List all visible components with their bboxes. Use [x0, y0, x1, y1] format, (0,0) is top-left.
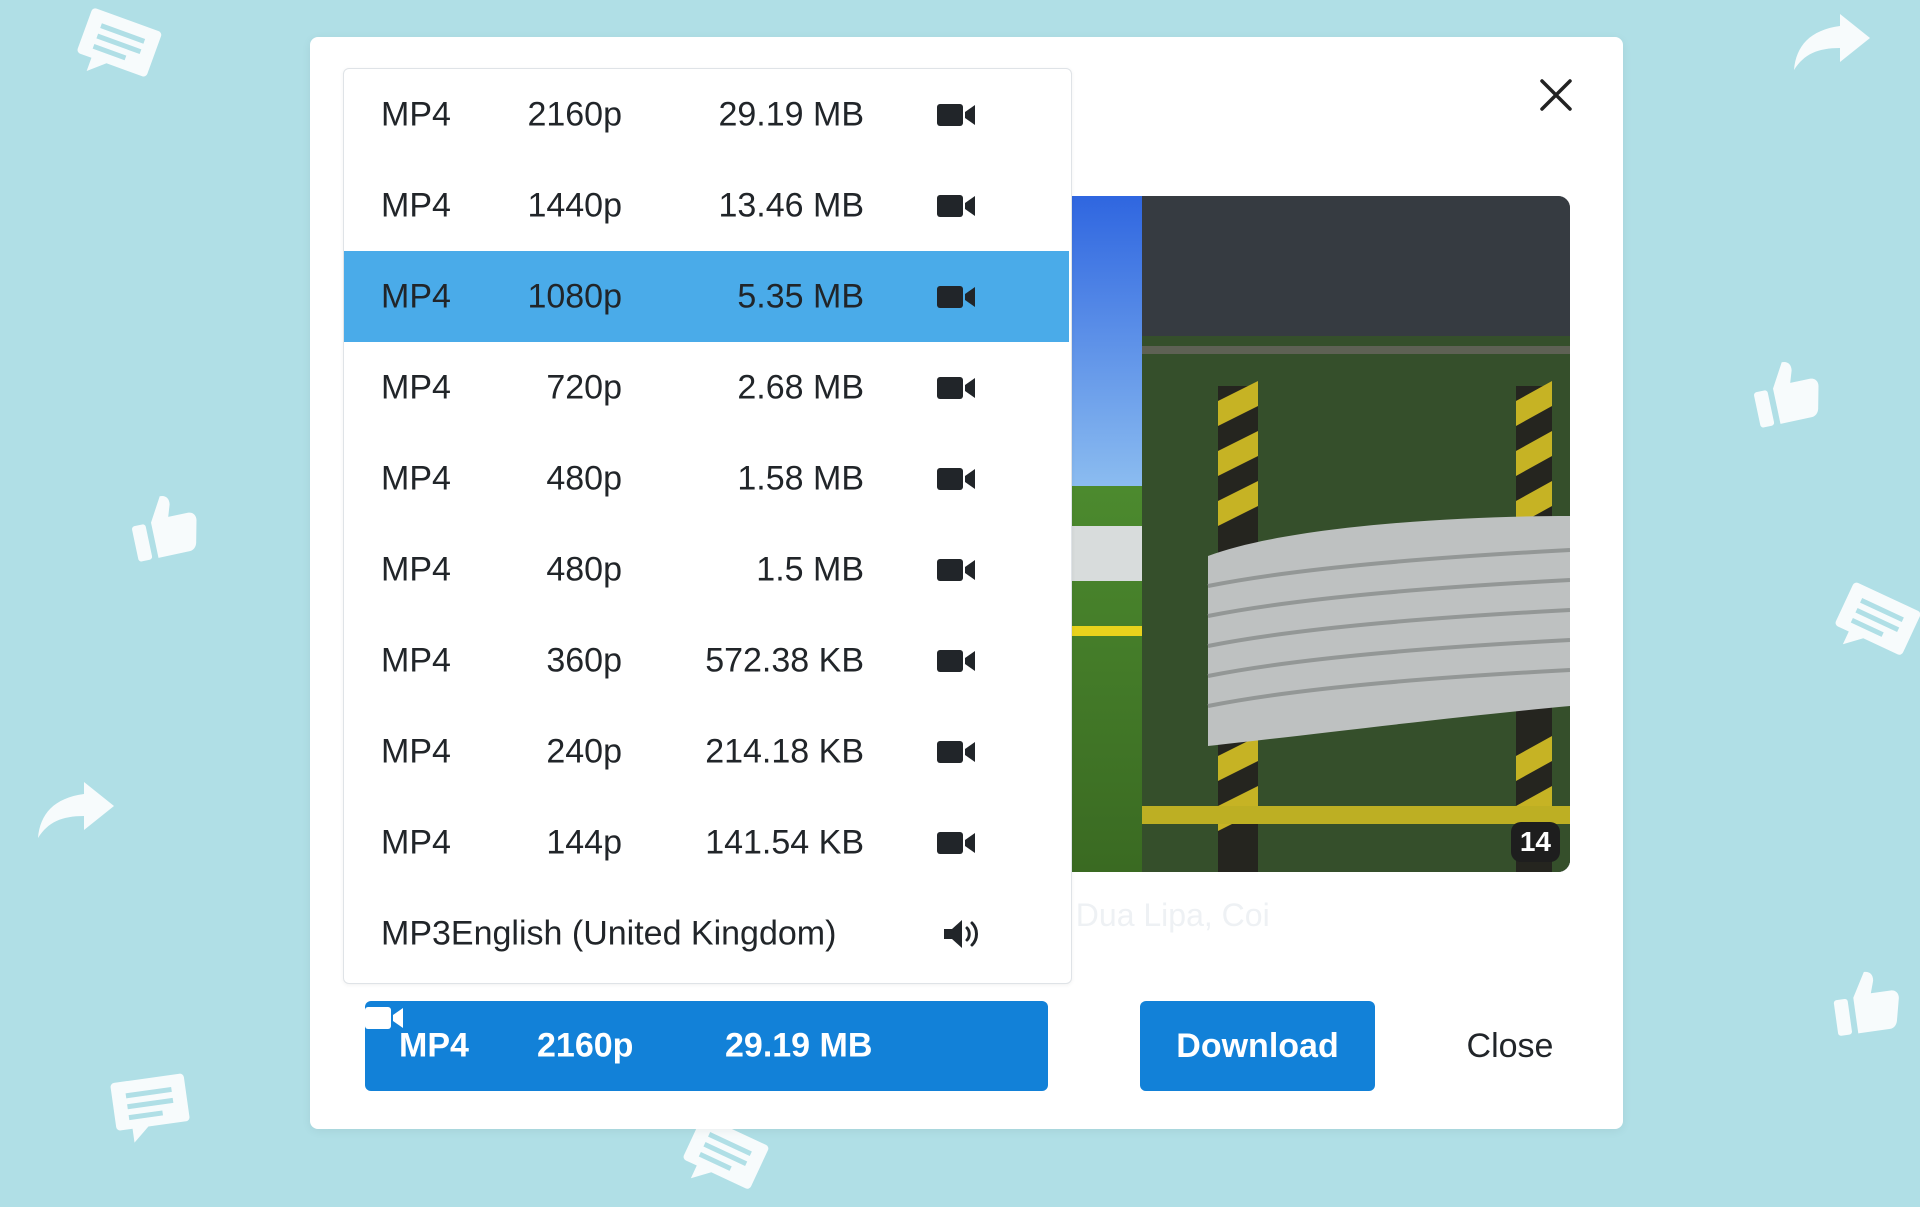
video-camera-icon — [937, 740, 975, 763]
option-mp4-1440p[interactable]: MP4 1440p 13.46 MB — [344, 160, 1069, 251]
share-arrow-icon — [34, 778, 118, 842]
selected-resolution: 2160p — [537, 1026, 634, 1065]
option-size: 141.54 KB — [705, 823, 864, 861]
quality-dropdown-list[interactable]: MP4 2160p 29.19 MB MP4 1440p 13.46 MB MP… — [343, 68, 1072, 984]
option-resolution: 240p — [546, 732, 622, 770]
option-resolution: 720p — [546, 368, 622, 406]
quality-select[interactable]: MP4 2160p 29.19 MB — [365, 1001, 1048, 1091]
option-resolution: 480p — [546, 459, 622, 497]
video-camera-icon — [937, 103, 975, 126]
thumbs-up-icon — [1743, 349, 1828, 434]
option-resolution: 144p — [546, 823, 622, 861]
video-camera-icon — [937, 194, 975, 217]
option-mp4-480p-alt[interactable]: MP4 480p 1.5 MB — [344, 524, 1069, 615]
option-mp4-2160p[interactable]: MP4 2160p 29.19 MB — [344, 69, 1069, 160]
option-format: MP4 — [381, 641, 451, 679]
option-size: 29.19 MB — [718, 95, 864, 133]
selected-format: MP4 — [399, 1026, 469, 1065]
option-size: 572.38 KB — [705, 641, 864, 679]
comment-icon — [108, 1069, 195, 1149]
option-mp4-720p[interactable]: MP4 720p 2.68 MB — [344, 342, 1069, 433]
video-camera-icon — [937, 467, 975, 490]
option-audio-label: MP3English (United Kingdom) — [381, 914, 837, 952]
duration-badge: 14 — [1510, 822, 1560, 862]
option-format: MP4 — [381, 186, 451, 224]
option-resolution: 360p — [546, 641, 622, 679]
video-camera-icon — [937, 285, 975, 308]
option-mp4-240p[interactable]: MP4 240p 214.18 KB — [344, 706, 1069, 797]
option-format: MP4 — [381, 277, 451, 315]
thumbs-up-icon — [1825, 961, 1906, 1042]
option-size: 214.18 KB — [705, 732, 864, 770]
download-modal: 14 , Dua Lipa, Coi MP4 2160p 29.19 MB MP… — [310, 37, 1623, 1129]
option-size: 13.46 MB — [718, 186, 864, 224]
option-format: MP4 — [381, 95, 451, 133]
option-format: MP4 — [381, 550, 451, 588]
option-format: MP4 — [381, 459, 451, 497]
option-resolution: 480p — [546, 550, 622, 588]
option-mp4-144p[interactable]: MP4 144p 141.54 KB — [344, 797, 1069, 888]
option-mp4-480p[interactable]: MP4 480p 1.58 MB — [344, 433, 1069, 524]
option-resolution: 1440p — [527, 186, 622, 224]
close-button[interactable]: Close — [1420, 1001, 1600, 1091]
comment-icon — [1825, 577, 1920, 673]
comment-icon — [68, 3, 165, 95]
option-mp4-360p[interactable]: MP4 360p 572.38 KB — [344, 615, 1069, 706]
option-format: MP4 — [381, 732, 451, 770]
option-size: 5.35 MB — [737, 277, 864, 315]
option-resolution: 2160p — [527, 95, 622, 133]
option-size: 1.5 MB — [756, 550, 864, 588]
option-mp3-audio[interactable]: MP3English (United Kingdom) — [344, 888, 1069, 979]
video-camera-icon — [937, 649, 975, 672]
speaker-icon — [944, 919, 978, 948]
selected-size: 29.19 MB — [725, 1026, 873, 1065]
option-size: 1.58 MB — [737, 459, 864, 497]
download-button[interactable]: Download — [1140, 1001, 1375, 1091]
video-thumbnail: 14 — [1058, 196, 1570, 872]
thumbs-up-icon — [121, 483, 206, 568]
close-icon[interactable] — [1534, 73, 1578, 117]
video-camera-icon — [937, 831, 975, 854]
option-mp4-1080p[interactable]: MP4 1080p 5.35 MB — [344, 251, 1069, 342]
video-camera-icon — [937, 558, 975, 581]
video-camera-icon — [937, 376, 975, 399]
option-format: MP4 — [381, 368, 451, 406]
option-resolution: 1080p — [527, 277, 622, 315]
share-arrow-icon — [1790, 10, 1874, 74]
video-caption-partial: , Dua Lipa, Coi — [1058, 897, 1270, 933]
option-format: MP4 — [381, 823, 451, 861]
option-size: 2.68 MB — [737, 368, 864, 406]
